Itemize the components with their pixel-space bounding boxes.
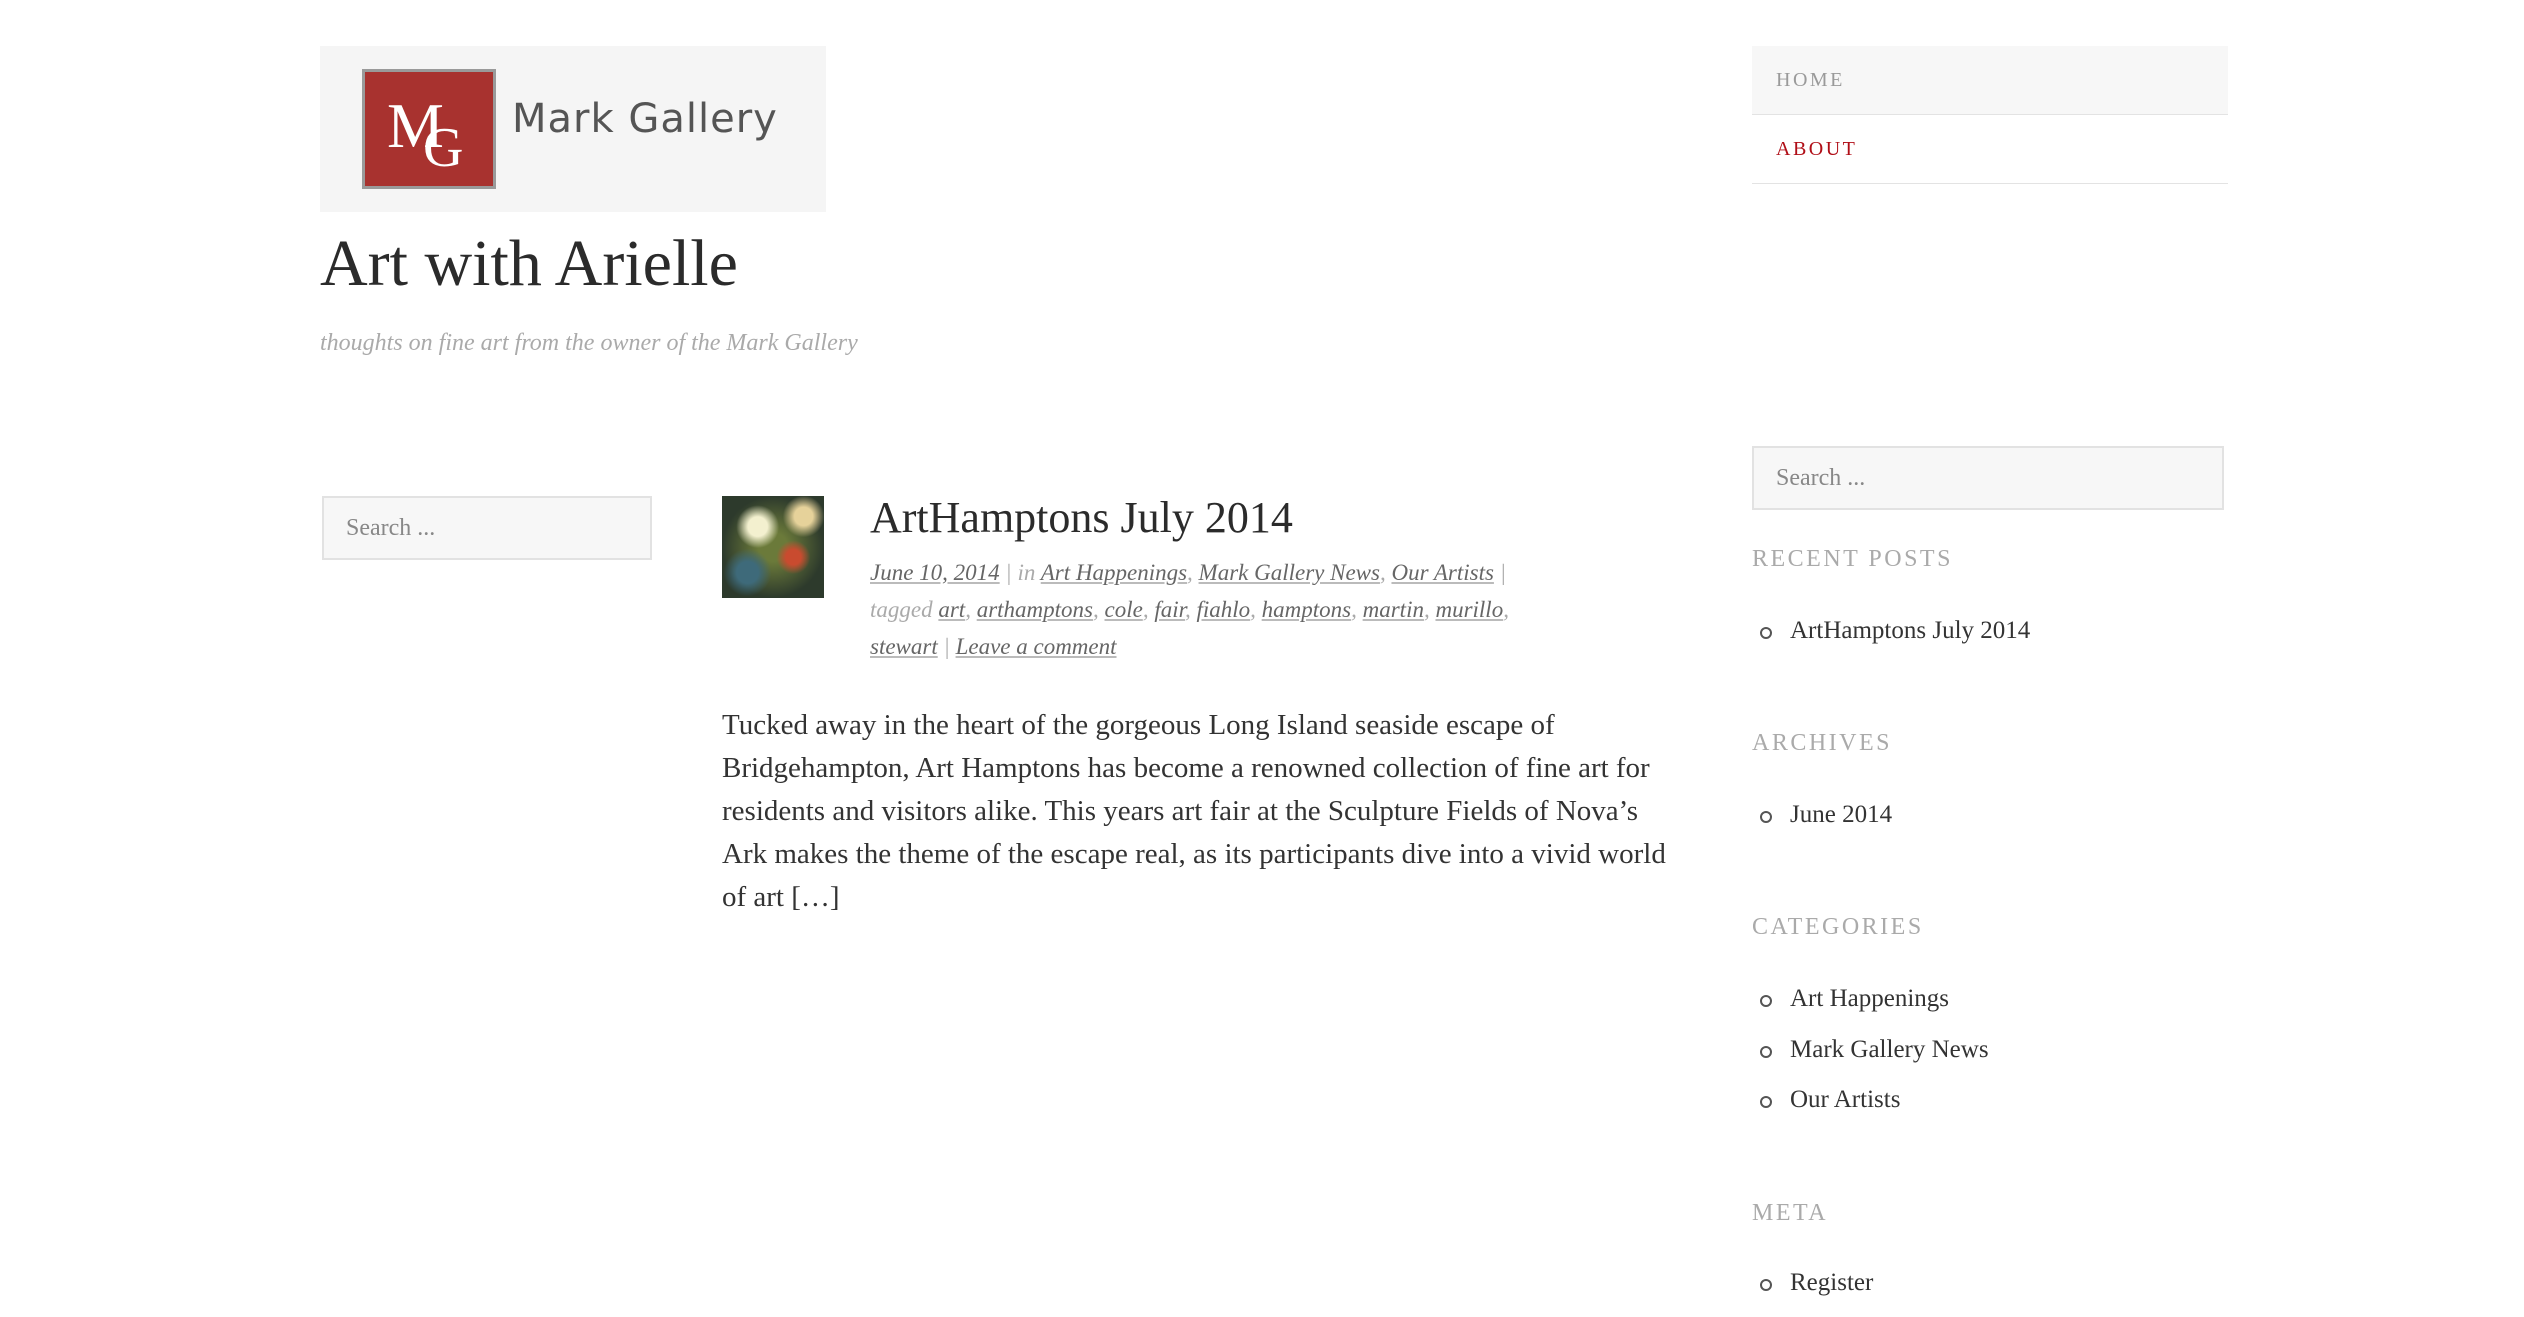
register-link[interactable]: Register <box>1790 1269 1873 1296</box>
list-item: ArtHamptons July 2014 <box>1759 614 2030 665</box>
post-date-link[interactable]: June 10, 2014 <box>870 560 1000 585</box>
logo-wordmark: Mark Gallery <box>512 96 778 142</box>
post-excerpt: Tucked away in the heart of the gorgeous… <box>722 709 1666 913</box>
post-tagged-label: tagged <box>870 597 933 622</box>
list-item: June 2014 <box>1759 798 1892 849</box>
recent-posts-title: RECENT POSTS <box>1752 546 1953 572</box>
list-item: Our Artists <box>1760 1083 1989 1134</box>
list-item: Art Happenings <box>1760 982 1989 1033</box>
post-title[interactable]: ArtHamptons July 2014 <box>870 492 1293 543</box>
tag-link[interactable]: art <box>938 597 965 622</box>
meta-title: META <box>1752 1200 1829 1226</box>
category-link[interactable]: Mark Gallery News <box>1199 560 1380 585</box>
site-logo[interactable]: M G Mark Gallery <box>320 46 826 212</box>
nav-item-about[interactable]: ABOUT <box>1752 115 2228 184</box>
site-tagline: thoughts on fine art from the owner of t… <box>320 330 858 356</box>
tag-link[interactable]: hamptons <box>1262 597 1351 622</box>
list-item: Mark Gallery News <box>1760 1033 1989 1084</box>
tag-link[interactable]: fair <box>1154 597 1185 622</box>
main-navigation: HOME ABOUT <box>1752 46 2228 184</box>
tag-link[interactable]: arthamptons <box>977 597 1093 622</box>
category-link[interactable]: Our Artists <box>1790 1086 1900 1113</box>
post-meta: June 10, 2014 | in Art Happenings, Mark … <box>870 560 1509 659</box>
tag-link[interactable]: martin <box>1363 597 1424 622</box>
tag-link[interactable]: cole <box>1105 597 1143 622</box>
leave-comment-link[interactable]: Leave a comment <box>956 634 1117 659</box>
archive-link[interactable]: June 2014 <box>1790 801 1892 828</box>
logo-monogram: M G <box>365 72 493 186</box>
categories-title: CATEGORIES <box>1752 914 1924 940</box>
site-title[interactable]: Art with Arielle <box>320 226 738 302</box>
archives-list: June 2014 <box>1759 798 1892 849</box>
recent-post-link[interactable]: ArtHamptons July 2014 <box>1790 617 2030 644</box>
tag-link[interactable]: murillo <box>1435 597 1503 622</box>
recent-posts-list: ArtHamptons July 2014 <box>1759 614 2030 665</box>
list-item: Register <box>1759 1266 1873 1317</box>
sidebar-search-input[interactable]: Search ... <box>1752 446 2224 510</box>
meta-list: Register <box>1759 1266 1873 1317</box>
search-input[interactable]: Search ... <box>322 496 652 560</box>
tag-link[interactable]: stewart <box>870 634 938 659</box>
category-link[interactable]: Art Happenings <box>1790 985 1949 1012</box>
post-thumbnail[interactable] <box>722 496 824 598</box>
tag-link[interactable]: fiahlo <box>1197 597 1251 622</box>
category-link[interactable]: Art Happenings <box>1041 560 1187 585</box>
category-link[interactable]: Our Artists <box>1391 560 1493 585</box>
nav-item-home[interactable]: HOME <box>1752 46 2228 115</box>
archives-title: ARCHIVES <box>1752 730 1893 756</box>
categories-list: Art Happenings Mark Gallery News Our Art… <box>1760 982 1989 1134</box>
logo-monogram-g: G <box>423 117 464 179</box>
post-in-label: in <box>1017 560 1036 585</box>
category-link[interactable]: Mark Gallery News <box>1790 1036 1989 1063</box>
